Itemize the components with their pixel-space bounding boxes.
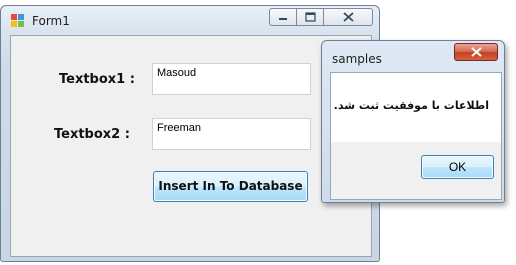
- maximize-button[interactable]: [297, 8, 324, 26]
- message-box-title: samples: [332, 52, 382, 66]
- form1-titlebar[interactable]: Form1: [1, 6, 379, 34]
- message-box-footer: OK: [331, 142, 501, 199]
- maximize-icon: [304, 12, 316, 22]
- form1-client-area: Textbox1 : Masoud Textbox2 : Freeman Ins…: [10, 35, 372, 257]
- message-box-close-button[interactable]: [454, 43, 498, 61]
- close-icon: [342, 12, 354, 22]
- close-button[interactable]: [324, 8, 373, 26]
- insert-into-database-button[interactable]: Insert In To Database: [153, 171, 308, 202]
- caption-buttons: [269, 8, 373, 26]
- message-box-client-area: اطلاعات با موفقیت ثبت شد. OK: [330, 72, 502, 200]
- textbox1-input[interactable]: Masoud: [152, 63, 311, 95]
- minimize-icon: [279, 18, 287, 20]
- textbox2-input[interactable]: Freeman: [152, 118, 311, 150]
- minimize-button[interactable]: [269, 8, 297, 26]
- textbox1-label: Textbox1 :: [59, 72, 135, 87]
- textbox2-label: Textbox2 :: [54, 127, 130, 142]
- close-icon: [470, 47, 482, 57]
- message-text: اطلاعات با موفقیت ثبت شد.: [333, 99, 489, 112]
- window-title: Form1: [32, 14, 70, 28]
- app-icon[interactable]: [11, 14, 25, 28]
- message-box-window: samples اطلاعات با موفقیت ثبت شد. OK: [321, 40, 505, 203]
- ok-button[interactable]: OK: [421, 155, 494, 179]
